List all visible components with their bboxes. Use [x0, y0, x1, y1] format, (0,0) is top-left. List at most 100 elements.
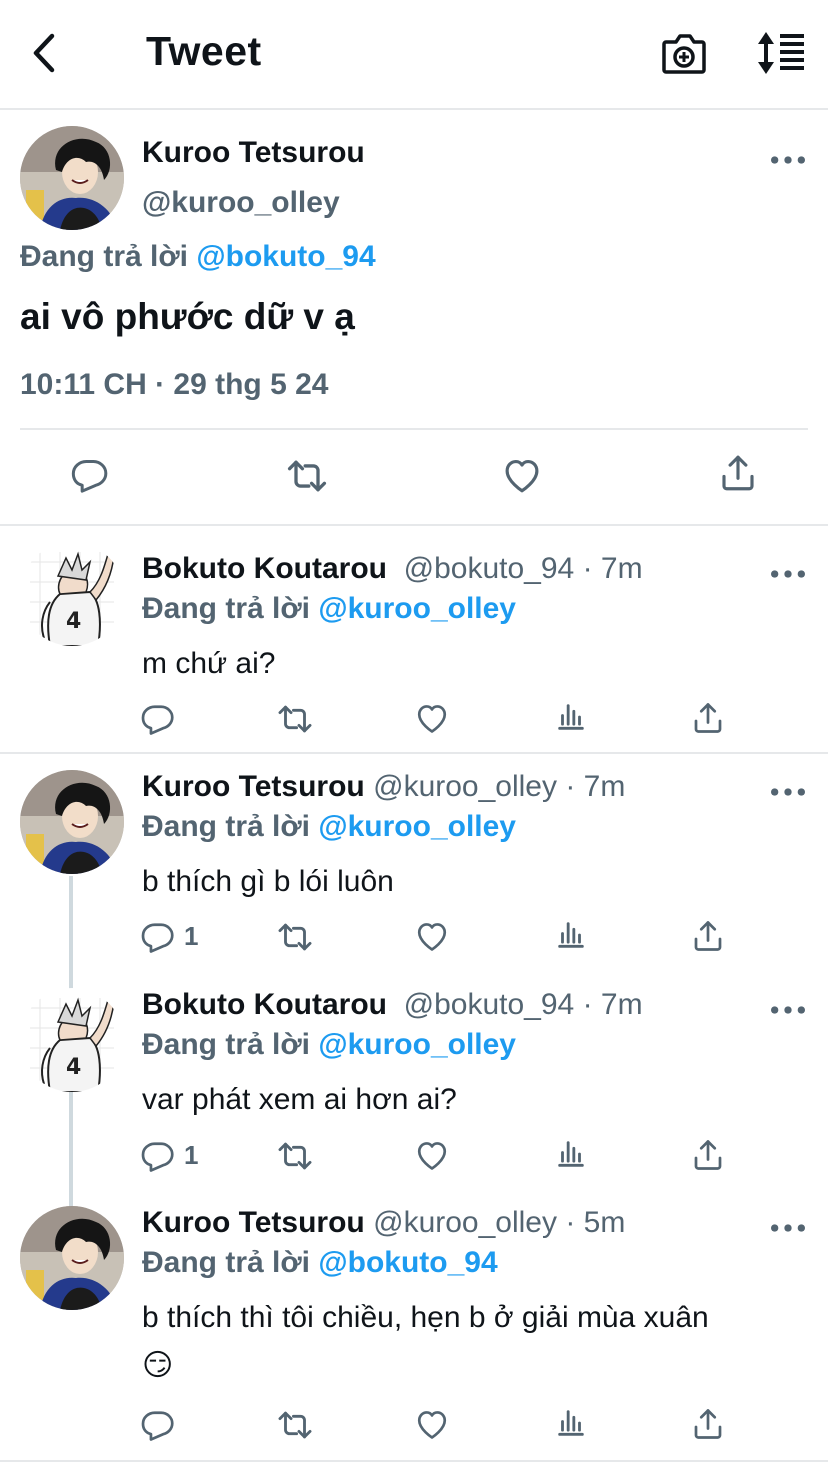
more-options-button[interactable] [768, 1218, 808, 1238]
separator-dot: · [557, 1206, 584, 1239]
author-handle[interactable]: @kuroo_olley [142, 186, 340, 220]
avatar[interactable] [20, 770, 124, 874]
reply-icon [140, 1137, 176, 1173]
reply-button[interactable] [140, 700, 184, 736]
share-icon [690, 918, 726, 954]
like-button[interactable] [414, 918, 450, 954]
reply-button[interactable] [70, 454, 110, 494]
more-icon [768, 782, 808, 802]
reply-tweet[interactable]: Bokuto Koutarou @bokuto_94 · 7m Đang trả… [0, 526, 828, 754]
retweet-button[interactable] [285, 454, 329, 498]
like-button[interactable] [501, 454, 543, 496]
more-options-button[interactable] [768, 150, 808, 170]
stats-icon [554, 918, 588, 952]
sort-list-icon [758, 32, 804, 74]
share-button[interactable] [690, 1137, 726, 1173]
tweet-time[interactable]: 7m [584, 770, 626, 803]
replying-prefix: Đang trả lời [142, 810, 319, 843]
tweet-actions [0, 450, 828, 500]
more-options-button[interactable] [768, 782, 808, 802]
replying-to: Đang trả lời @kuroo_olley [142, 810, 516, 844]
heart-icon [414, 1406, 450, 1442]
separator-dot: · [574, 988, 601, 1021]
retweet-icon [276, 1137, 314, 1175]
mention-link[interactable]: @bokuto_94 [318, 1246, 497, 1279]
replying-to: Đang trả lời @kuroo_olley [142, 592, 516, 626]
heart-icon [414, 918, 450, 954]
more-icon [768, 1000, 808, 1020]
share-button[interactable] [717, 452, 759, 494]
camera-button[interactable] [660, 30, 708, 76]
author-name[interactable]: Kuroo Tetsurou [142, 1206, 365, 1239]
share-button[interactable] [690, 700, 726, 736]
like-button[interactable] [414, 700, 450, 736]
like-button[interactable] [414, 1406, 450, 1442]
replying-to: Đang trả lời @kuroo_olley [142, 1028, 516, 1062]
author-handle[interactable]: @bokuto_94 [404, 988, 575, 1021]
author-name[interactable]: Bokuto Koutarou [142, 988, 387, 1021]
author-handle[interactable]: @kuroo_olley [373, 770, 557, 803]
tweet-time[interactable]: 7m [601, 988, 643, 1021]
replying-to: Đang trả lời @bokuto_94 [20, 240, 376, 274]
avatar[interactable] [20, 126, 124, 230]
author-name[interactable]: Kuroo Tetsurou [142, 770, 365, 803]
views-button[interactable] [554, 1137, 588, 1171]
tweet-header: Bokuto Koutarou @bokuto_94 · 7m [142, 552, 643, 586]
views-button[interactable] [554, 918, 588, 952]
more-icon [768, 1218, 808, 1238]
retweet-icon [285, 454, 329, 498]
chevron-left-icon [33, 33, 55, 73]
author-handle[interactable]: @bokuto_94 [404, 552, 575, 585]
heart-icon [414, 1137, 450, 1173]
reply-tweet[interactable]: Kuroo Tetsurou @kuroo_olley · 7m Đang tr… [0, 744, 828, 962]
reply-button[interactable]: 1 [140, 1137, 198, 1173]
sort-button[interactable] [752, 30, 808, 76]
tweet-actions: 1 [0, 1137, 828, 1177]
more-options-button[interactable] [768, 1000, 808, 1020]
mention-link[interactable]: @bokuto_94 [196, 240, 375, 273]
tweet-actions [0, 700, 828, 740]
share-button[interactable] [690, 1406, 726, 1442]
retweet-button[interactable] [276, 700, 314, 738]
views-button[interactable] [554, 1406, 588, 1440]
share-icon [690, 1406, 726, 1442]
reply-tweet[interactable]: Kuroo Tetsurou @kuroo_olley · 5m Đang tr… [0, 1180, 828, 1467]
mention-link[interactable]: @kuroo_olley [318, 810, 516, 843]
mention-link[interactable]: @kuroo_olley [318, 1028, 516, 1061]
top-bar: Tweet [0, 0, 828, 110]
heart-icon [501, 454, 543, 496]
avatar[interactable] [20, 1206, 124, 1310]
mention-link[interactable]: @kuroo_olley [318, 592, 516, 625]
tweet-time[interactable]: 7m [601, 552, 643, 585]
retweet-icon [276, 1406, 314, 1444]
author-handle[interactable]: @kuroo_olley [373, 1206, 557, 1239]
tweet-timestamp[interactable]: 10:11 CH · 29 thg 5 24 [20, 368, 328, 402]
replying-prefix: Đang trả lời [20, 240, 197, 273]
retweet-button[interactable] [276, 1137, 314, 1175]
tweet-header: Bokuto Koutarou @bokuto_94 · 7m [142, 988, 643, 1022]
share-icon [690, 1137, 726, 1173]
back-button[interactable] [26, 30, 66, 76]
share-button[interactable] [690, 918, 726, 954]
tweet-text: m chứ ai? [142, 647, 276, 680]
avatar[interactable] [20, 542, 124, 646]
tweet-text: b thích thì tôi chiều, hẹn b ở giải mùa … [142, 1294, 802, 1390]
like-button[interactable] [414, 1137, 450, 1173]
reply-button[interactable]: 1 [140, 918, 198, 954]
stats-icon [554, 1137, 588, 1171]
tweet-actions: 1 [0, 918, 828, 958]
more-options-button[interactable] [768, 564, 808, 584]
separator-dot: · [557, 770, 584, 803]
tweet-time[interactable]: 5m [584, 1206, 626, 1239]
more-icon [768, 150, 808, 170]
avatar[interactable] [20, 988, 124, 1092]
author-name[interactable]: Kuroo Tetsurou [142, 136, 365, 170]
author-name[interactable]: Bokuto Koutarou [142, 552, 387, 585]
more-icon [768, 564, 808, 584]
reply-button[interactable] [140, 1406, 184, 1442]
reply-tweet[interactable]: Bokuto Koutarou @bokuto_94 · 7m Đang trả… [0, 962, 828, 1180]
retweet-button[interactable] [276, 1406, 314, 1444]
tweet-text-body: b thích thì tôi chiều, hẹn b ở giải mùa … [142, 1301, 709, 1334]
views-button[interactable] [554, 700, 588, 734]
retweet-button[interactable] [276, 918, 314, 956]
